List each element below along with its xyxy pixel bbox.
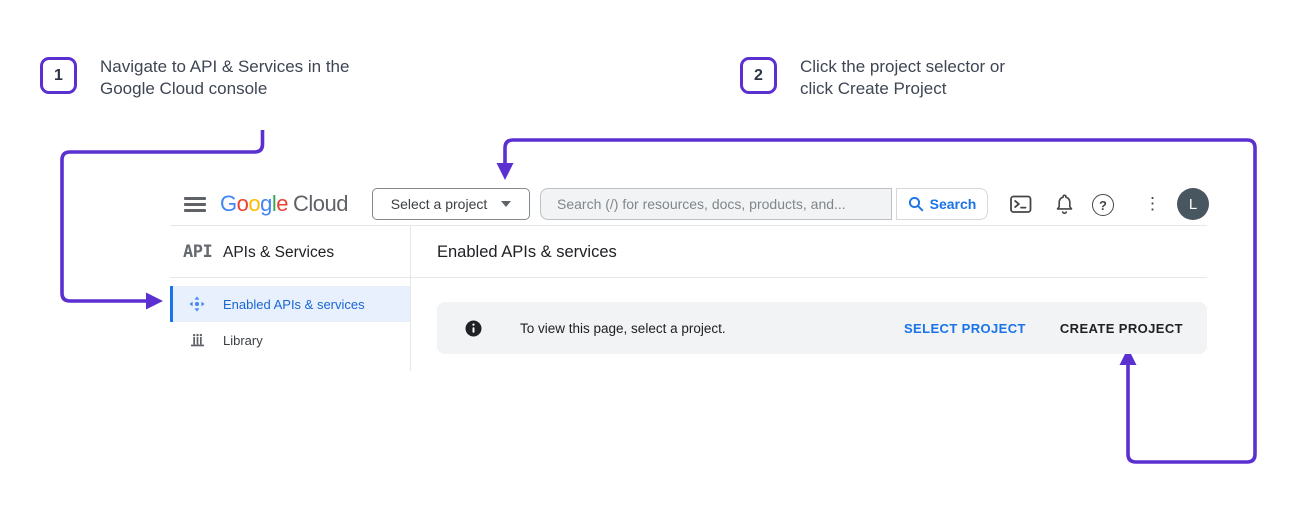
product-name: APIs & Services	[223, 244, 334, 262]
search-icon	[908, 196, 924, 212]
arrow-step1-head	[146, 293, 163, 310]
subheader-divider	[170, 277, 1207, 278]
sidebar-item-library[interactable]: Library	[170, 322, 410, 358]
project-selector-button[interactable]: Select a project	[372, 188, 530, 220]
step-2-badge: 2	[740, 57, 777, 94]
search-input[interactable]	[540, 188, 892, 220]
step-2-number: 2	[754, 67, 763, 85]
create-project-button[interactable]: CREATE PROJECT	[1060, 321, 1183, 336]
enabled-apis-icon	[189, 296, 205, 312]
info-icon	[465, 320, 482, 342]
avatar-letter: L	[1189, 196, 1197, 213]
sidebar-item-enabled-apis[interactable]: Enabled APIs & services	[170, 286, 410, 322]
search-button[interactable]: Search	[896, 188, 988, 220]
selected-indicator	[170, 286, 173, 322]
step-2-text: Click the project selector or click Crea…	[800, 56, 1005, 100]
project-selector-label: Select a project	[391, 196, 488, 212]
more-options-button[interactable]: ⋮	[1144, 195, 1161, 213]
select-project-notice: To view this page, select a project. SEL…	[437, 302, 1207, 354]
notice-message: To view this page, select a project.	[520, 321, 726, 336]
sidebar-item-label: Library	[223, 333, 263, 348]
api-product-logo: API	[183, 242, 212, 262]
library-icon	[189, 332, 206, 348]
chevron-down-icon	[501, 201, 511, 207]
menu-icon[interactable]	[184, 197, 206, 212]
cloud-shell-icon	[1010, 195, 1032, 214]
page-title: Enabled APIs & services	[437, 243, 617, 262]
annotated-screenshot: 1 Navigate to API & Services in the Goog…	[0, 0, 1300, 510]
arrow-step2-head-down	[497, 163, 514, 180]
step-1-number: 1	[54, 67, 63, 85]
sidebar-item-label: Enabled APIs & services	[223, 297, 365, 312]
help-icon: ?	[1092, 194, 1114, 216]
step-1-text: Navigate to API & Services in the Google…	[100, 56, 349, 100]
header-divider	[170, 225, 1207, 226]
google-cloud-logo[interactable]: GoogleCloud	[220, 191, 348, 217]
select-project-button[interactable]: SELECT PROJECT	[904, 321, 1026, 336]
sidebar-divider	[410, 226, 411, 371]
account-avatar[interactable]: L	[1177, 188, 1209, 220]
notifications-button[interactable]	[1054, 193, 1075, 216]
search-button-label: Search	[930, 196, 977, 212]
vertical-dots-icon: ⋮	[1144, 195, 1161, 213]
cloud-shell-button[interactable]	[1010, 195, 1032, 214]
notice-actions: SELECT PROJECT CREATE PROJECT	[904, 321, 1183, 336]
google-logo-letters: Google	[220, 191, 288, 216]
cloud-logo-text: Cloud	[293, 191, 348, 216]
help-button[interactable]: ?	[1092, 194, 1114, 216]
step-1-badge: 1	[40, 57, 77, 94]
bell-icon	[1054, 193, 1075, 216]
